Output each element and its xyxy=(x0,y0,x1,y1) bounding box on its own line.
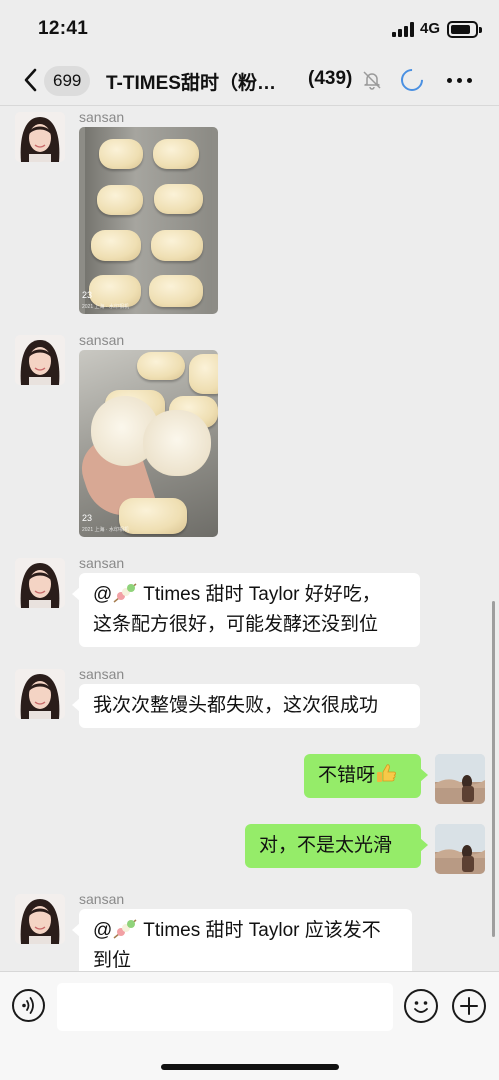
message-text: 我次次整馒头都失败，这次很成功 xyxy=(93,695,379,716)
emoji-icon[interactable] xyxy=(404,989,438,1023)
self-avatar[interactable] xyxy=(435,754,485,804)
skewer-emoji-icon xyxy=(113,919,137,939)
self-message-bubble[interactable]: 对，不是太光滑 xyxy=(245,824,428,868)
chevron-left-icon[interactable] xyxy=(20,66,42,94)
image-message[interactable]: 23 2021 上海 · 水印相机 xyxy=(79,127,218,314)
battery-icon xyxy=(447,21,482,38)
text-message-bubble[interactable]: @ Ttimes 甜时 Taylor 应该发不 到位 xyxy=(72,909,412,971)
image-message[interactable]: 23 2021 上海 · 水印相机 xyxy=(79,350,218,537)
home-indicator[interactable] xyxy=(161,1064,339,1070)
chat-title: T-TIMES甜时（粉… xyxy=(106,73,276,94)
sender-avatar[interactable] xyxy=(15,335,65,385)
sender-avatar[interactable] xyxy=(15,894,65,944)
scrollbar[interactable] xyxy=(492,601,495,937)
chat-header: 699 T-TIMES甜时（粉… (439) xyxy=(0,56,499,106)
message-text: 这条配方很好，可能发酵还没到位 xyxy=(93,614,379,635)
member-count: (439) xyxy=(308,68,353,89)
message-text: 到位 xyxy=(93,950,132,971)
mention-at: @ xyxy=(93,584,113,605)
status-bar: 12:41 4G xyxy=(0,0,499,56)
sender-avatar[interactable] xyxy=(15,558,65,608)
more-dots-icon[interactable] xyxy=(447,78,473,84)
thumbs-up-emoji-icon xyxy=(377,764,396,782)
signal-icon xyxy=(392,22,416,37)
skewer-emoji-icon xyxy=(113,583,137,603)
text-message-bubble[interactable]: @ Ttimes 甜时 Taylor 好好吃， 这条配方很好，可能发酵还没到位 xyxy=(72,573,420,647)
sender-name: sansan xyxy=(79,891,125,907)
message-list[interactable]: sansan 23 2021 上海 · 水印相机 sansan 23 2021 … xyxy=(0,107,499,971)
network-type: 4G xyxy=(420,20,441,37)
sender-name: sansan xyxy=(79,109,125,125)
sender-name: sansan xyxy=(79,332,125,348)
unread-count-badge[interactable]: 699 xyxy=(44,66,91,96)
sender-name: sansan xyxy=(79,555,125,571)
photo-timestamp: 23 xyxy=(82,513,93,523)
photo-timestamp: 23 xyxy=(82,290,93,300)
message-text: Ttimes 甜时 Taylor 好好吃， xyxy=(138,584,381,605)
sender-avatar[interactable] xyxy=(15,669,65,719)
photo-caption: 2021 上海 · 水印相机 xyxy=(82,527,129,533)
mention-at: @ xyxy=(93,920,113,941)
message-input[interactable] xyxy=(57,983,393,1031)
sender-name: sansan xyxy=(79,666,125,682)
sender-avatar[interactable] xyxy=(15,112,65,162)
photo-caption: 2021 上海 · 水印相机 xyxy=(82,304,129,310)
status-time: 12:41 xyxy=(38,18,89,39)
text-message-bubble[interactable]: 我次次整馒头都失败，这次很成功 xyxy=(72,684,420,728)
input-bar xyxy=(0,971,499,1080)
plus-icon[interactable] xyxy=(452,989,486,1023)
message-text: Ttimes 甜时 Taylor 应该发不 xyxy=(138,920,381,941)
message-text: 不错呀 xyxy=(318,765,376,786)
message-text: 对，不是太光滑 xyxy=(259,835,393,856)
self-message-bubble[interactable]: 不错呀 xyxy=(304,754,428,798)
loading-spinner-icon xyxy=(396,64,428,96)
voice-icon[interactable] xyxy=(12,989,45,1022)
bell-off-icon xyxy=(363,71,381,90)
self-avatar[interactable] xyxy=(435,824,485,874)
